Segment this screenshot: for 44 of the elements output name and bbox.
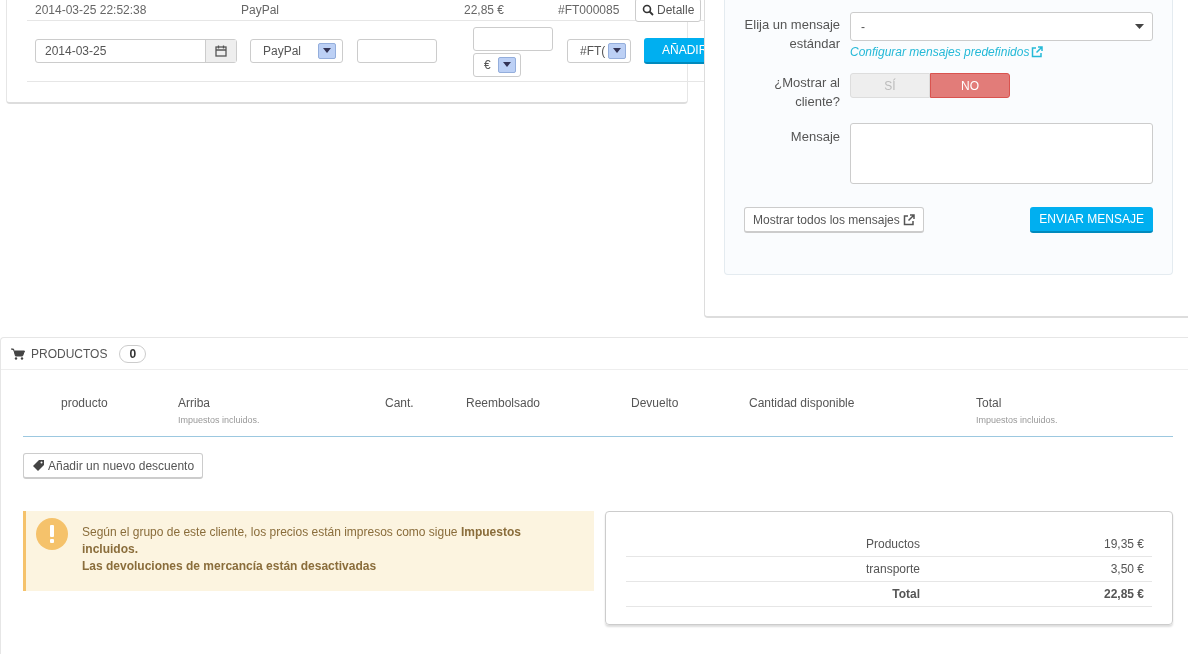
column-header: Reembolsado (466, 396, 542, 410)
currency-select[interactable]: € (473, 53, 521, 77)
amount-field[interactable] (473, 27, 553, 51)
transaction-field[interactable] (357, 39, 437, 63)
template-label: Elija un mensaje estándar (744, 16, 840, 53)
show-all-messages-button[interactable]: Mostrar todos los mensajes (744, 207, 924, 233)
ticket-icon (32, 459, 45, 472)
external-link-icon (902, 213, 915, 226)
column-header: Cantidad disponible (749, 396, 856, 410)
message-field[interactable] (850, 123, 1153, 184)
warning-icon (36, 518, 68, 550)
payment-method-select[interactable]: PayPal (250, 39, 343, 63)
total-value: 22,85 € (1103, 587, 1145, 601)
total-label: transporte (864, 562, 920, 576)
date-field[interactable]: 2014-03-25 (35, 39, 237, 63)
column-header: Cant. (385, 396, 415, 410)
alert-note: Las devoluciones de mercancía están desactivadas (82, 558, 378, 575)
alert-text: Según el grupo de este cliente, los precios están impresos como sigue Impuestos incluidos. (82, 524, 522, 558)
invoice-number: #FT000085 (558, 3, 621, 17)
add-discount-button[interactable]: Añadir un nuevo descuento (23, 453, 204, 479)
message-label: Mensaje (789, 128, 840, 146)
show-customer-label: ¿Mostrar al cliente? (773, 74, 840, 111)
caret-icon (1135, 24, 1144, 29)
payment-method: PayPal (241, 3, 281, 17)
total-label: Total (891, 587, 920, 601)
column-header: Devuelto (631, 396, 680, 410)
search-icon (642, 4, 654, 16)
column-header: Total (976, 396, 1003, 410)
cart-icon (11, 347, 25, 360)
column-note: Impuestos incluidos. (178, 415, 261, 425)
template-select[interactable]: - (850, 12, 1153, 41)
external-link-icon (1031, 46, 1044, 58)
invoice-select[interactable]: #FT( (567, 39, 631, 63)
products-title: PRODUCTOS (31, 346, 108, 361)
column-header: producto (61, 396, 109, 410)
column-note: Impuestos incluidos. (976, 415, 1059, 425)
detail-button[interactable]: Detalle (635, 0, 702, 22)
payment-amount: 22,85 € (464, 3, 506, 17)
total-value: 19,35 € (1103, 537, 1145, 551)
calendar-icon[interactable] (215, 45, 227, 57)
total-value: 3,50 € (1110, 562, 1145, 576)
column-header: Arriba (178, 396, 211, 410)
payment-date: 2014-03-25 22:52:38 (34, 3, 148, 17)
total-label: Productos (864, 537, 920, 551)
